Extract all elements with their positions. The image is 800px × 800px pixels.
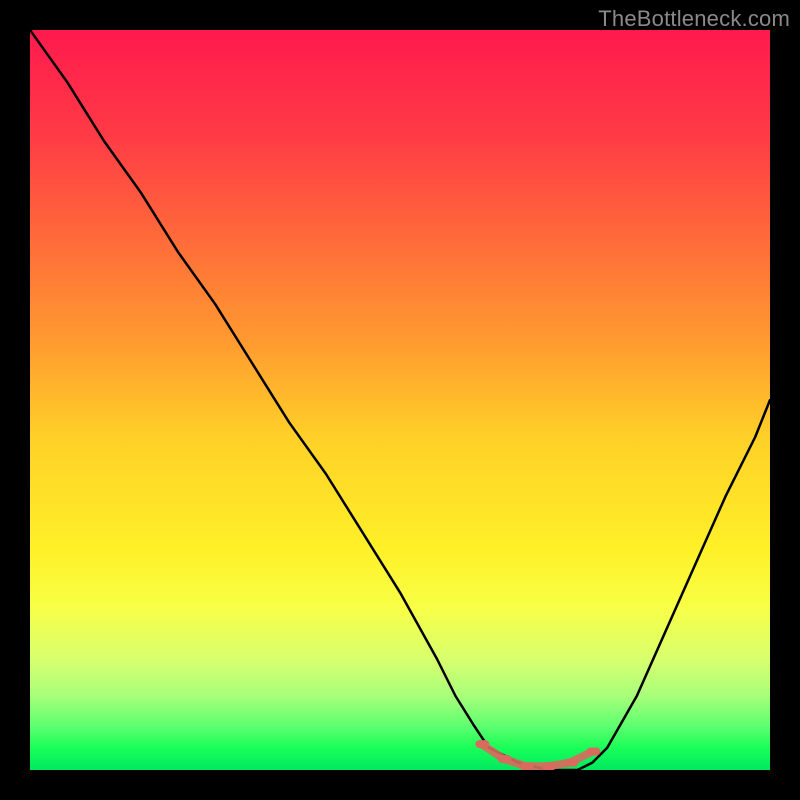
bottleneck-curve xyxy=(30,30,770,770)
marker-dot xyxy=(520,762,534,770)
highlight-band xyxy=(475,740,600,770)
chart-frame: TheBottleneck.com xyxy=(0,0,800,800)
watermark-text: TheBottleneck.com xyxy=(598,6,790,32)
marker-dot xyxy=(564,759,578,767)
curve-overlay xyxy=(30,30,770,770)
plot-area xyxy=(30,30,770,770)
marker-dot xyxy=(475,740,489,748)
marker-dot xyxy=(586,748,600,756)
marker-dot xyxy=(498,755,512,763)
marker-dot xyxy=(542,762,556,770)
